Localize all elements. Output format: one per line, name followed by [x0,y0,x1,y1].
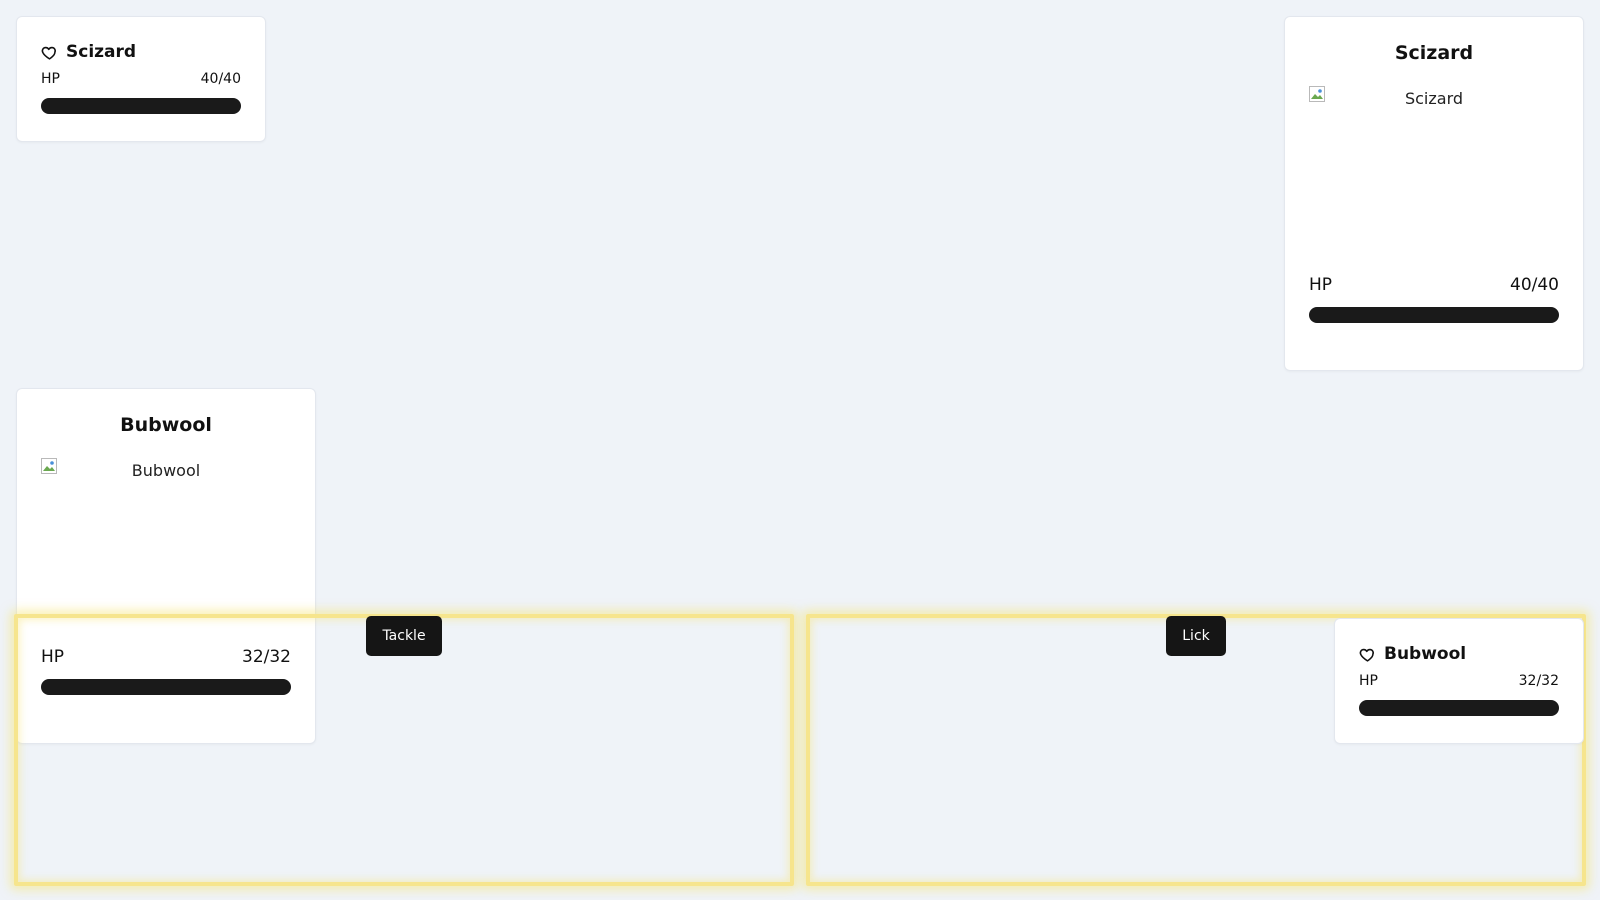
opponent-pokemon-card: Scizard Scizard HP 40/40 [1284,16,1584,371]
opponent-status-hp-row: HP 40/40 [41,71,241,88]
hp-value: 32/32 [1518,673,1559,689]
player-sprite-alt: Bubwool [131,461,201,480]
opponent-status-card: Scizard HP 40/40 [16,16,266,142]
opponent-status-header: Scizard [41,41,241,63]
opponent-sprite: Scizard [1309,85,1559,275]
hp-value: 40/40 [1510,275,1559,295]
opponent-hp-bar [1309,307,1559,323]
heart-icon [1359,646,1376,663]
opponent-sprite-alt: Scizard [1404,89,1464,108]
player-status-card: Bubwool HP 32/32 [1334,618,1584,744]
hp-bar-fill [41,98,241,114]
hp-label: HP [1359,673,1378,689]
hp-bar-fill [1359,700,1559,716]
player-status-header: Bubwool [1359,643,1559,665]
tackle-button[interactable]: Tackle [366,616,442,656]
opponent-pokemon-name: Scizard [1394,42,1474,64]
heart-icon [41,44,58,61]
broken-image-icon [1309,86,1325,102]
player-status-name: Bubwool [1384,644,1467,664]
hp-bar-fill [1309,307,1559,323]
hp-value: 40/40 [200,71,241,87]
opponent-status-hp-bar [41,98,241,114]
player-pokemon-name: Bubwool [120,414,212,436]
lick-button[interactable]: Lick [1166,616,1226,656]
broken-image-icon [41,458,57,474]
hp-label: HP [1309,275,1333,295]
player-status-hp-row: HP 32/32 [1359,673,1559,690]
player-status-hp-bar [1359,700,1559,716]
hp-label: HP [41,71,60,87]
opponent-status-name: Scizard [66,42,137,62]
opponent-hp-row: HP 40/40 [1309,275,1559,297]
